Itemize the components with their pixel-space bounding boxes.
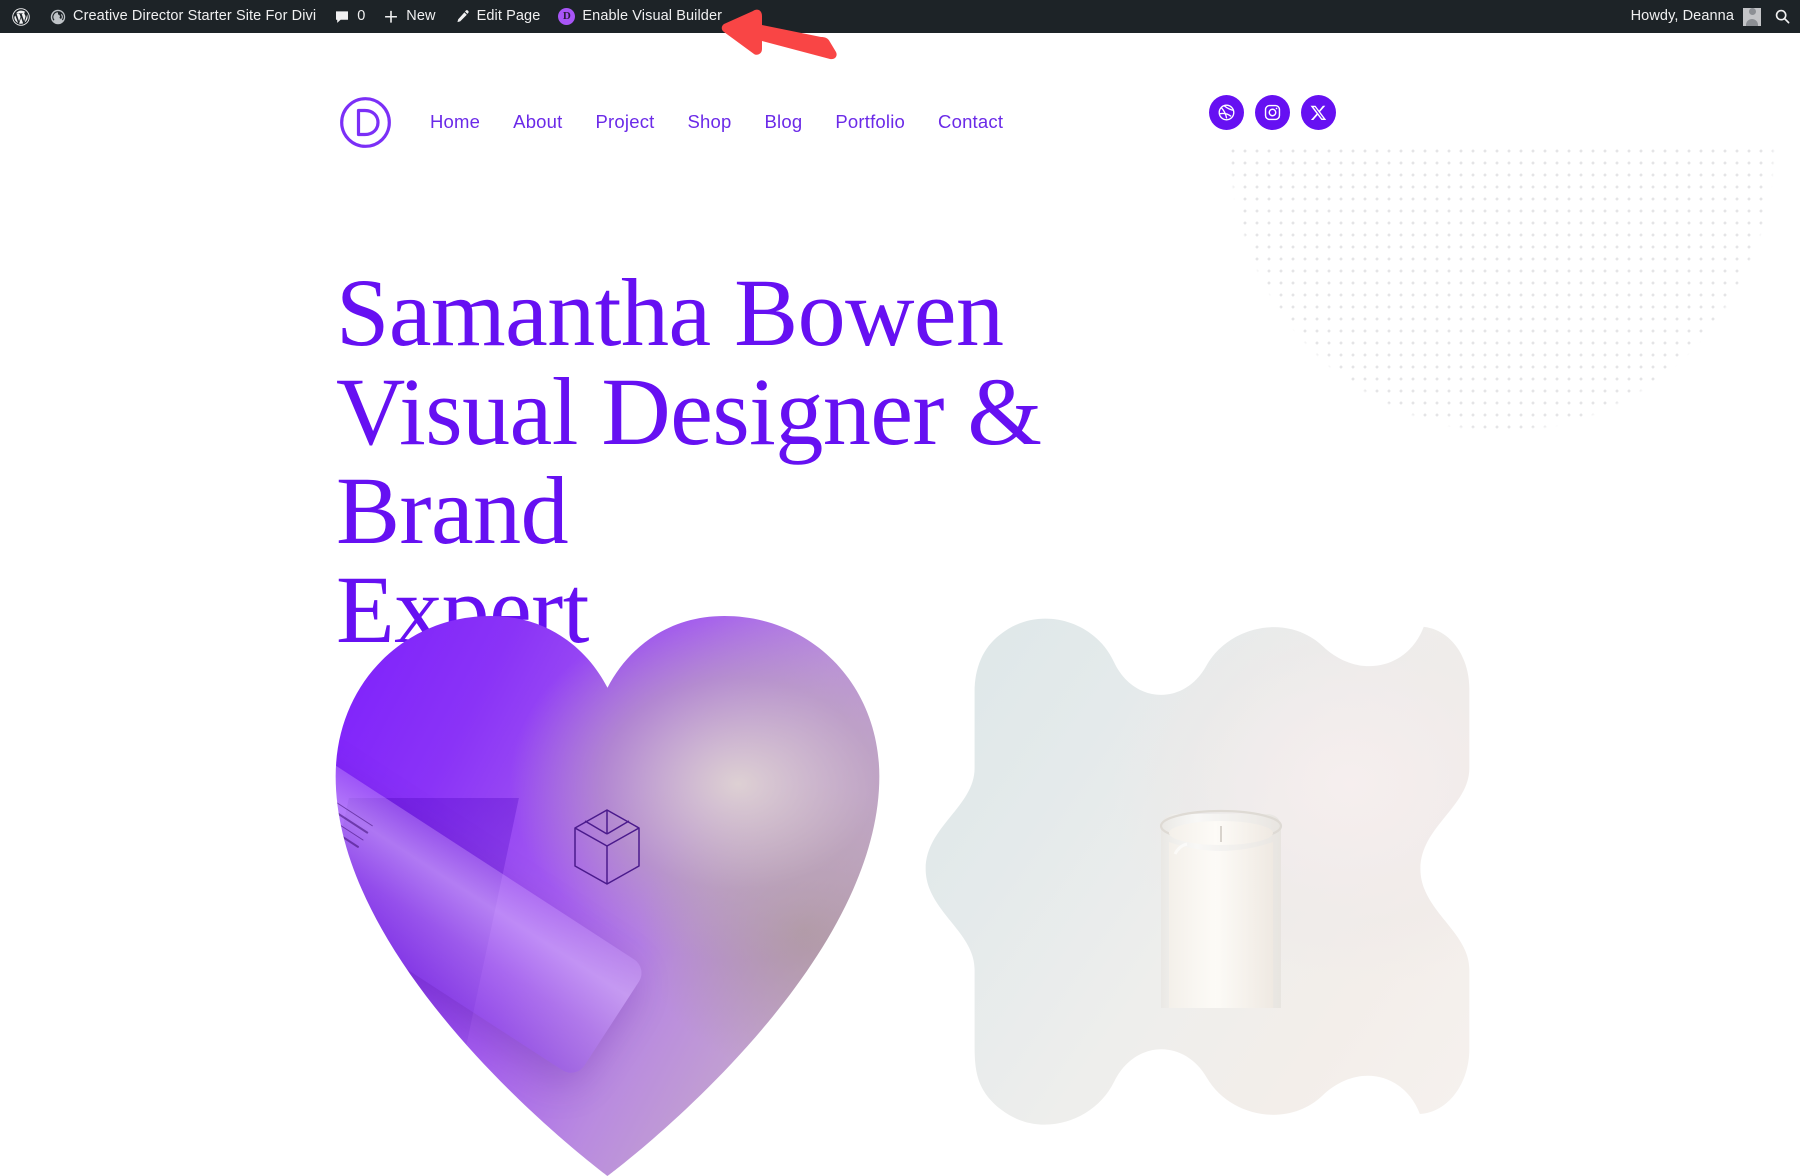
dotted-grid-pattern bbox=[1179, 145, 1800, 550]
nav-item-contact[interactable]: Contact bbox=[938, 111, 1003, 133]
enable-visual-builder-label: Enable Visual Builder bbox=[582, 8, 723, 25]
wavy-blob-candle-photo bbox=[925, 616, 1470, 1176]
social-icon-list bbox=[1209, 95, 1336, 130]
divi-d-icon: D bbox=[558, 8, 576, 25]
site-content: Home About Project Shop Blog Portfolio C… bbox=[0, 33, 1800, 1176]
candle-jar bbox=[1159, 809, 1283, 1008]
hero-heading-line-1: Samantha Bowen bbox=[336, 259, 1004, 366]
comments-menu-item[interactable]: 0 bbox=[325, 0, 374, 33]
social-link-x-twitter[interactable] bbox=[1301, 95, 1336, 130]
social-link-dribbble[interactable] bbox=[1209, 95, 1244, 130]
product-tube-cap bbox=[210, 730, 304, 856]
nav-item-about[interactable]: About bbox=[513, 111, 562, 133]
dribbble-icon bbox=[1218, 104, 1235, 121]
user-avatar-icon bbox=[1743, 7, 1761, 26]
howdy-label: Howdy, Deanna bbox=[1630, 8, 1734, 25]
wordpress-logo-menu-item[interactable] bbox=[0, 0, 41, 33]
hero-heading-line-2: Visual Designer & Brand bbox=[336, 357, 1042, 564]
hexagon-cube-logo-icon bbox=[574, 809, 640, 885]
dashboard-speedometer-icon bbox=[50, 9, 66, 25]
divi-circle-d-logo-icon[interactable] bbox=[339, 96, 392, 149]
my-account-menu-item[interactable]: Howdy, Deanna bbox=[1622, 0, 1765, 33]
admin-bar-right-group: Howdy, Deanna bbox=[1622, 0, 1800, 33]
search-icon bbox=[1774, 8, 1791, 25]
plus-icon bbox=[383, 9, 399, 25]
site-header: Home About Project Shop Blog Portfolio C… bbox=[0, 33, 1800, 161]
site-name-label: Creative Director Starter Site For Divi bbox=[73, 8, 317, 25]
edit-page-label: Edit Page bbox=[476, 8, 541, 25]
comment-bubble-icon bbox=[334, 9, 350, 25]
nav-item-blog[interactable]: Blog bbox=[765, 111, 803, 133]
comments-count-label: 0 bbox=[357, 8, 366, 25]
product-label-lines bbox=[271, 775, 373, 864]
pencil-icon bbox=[454, 9, 470, 25]
primary-navigation: Home About Project Shop Blog Portfolio C… bbox=[430, 111, 1003, 133]
wordpress-logo-icon bbox=[11, 7, 31, 27]
social-link-instagram[interactable] bbox=[1255, 95, 1290, 130]
admin-bar-search-button[interactable] bbox=[1765, 0, 1800, 33]
wp-admin-bar: Creative Director Starter Site For Divi … bbox=[0, 0, 1800, 33]
enable-visual-builder-menu-item[interactable]: D Enable Visual Builder bbox=[549, 0, 731, 33]
nav-item-project[interactable]: Project bbox=[596, 111, 655, 133]
heart-shaped-purple-product-photo bbox=[210, 616, 880, 1176]
new-content-menu-item[interactable]: New bbox=[374, 0, 444, 33]
hero-heading: Samantha Bowen Visual Designer & Brand E… bbox=[336, 259, 1256, 660]
nav-item-shop[interactable]: Shop bbox=[688, 111, 732, 133]
site-name-menu-item[interactable]: Creative Director Starter Site For Divi bbox=[41, 0, 325, 33]
instagram-icon bbox=[1264, 104, 1281, 121]
nav-item-portfolio[interactable]: Portfolio bbox=[835, 111, 905, 133]
new-content-label: New bbox=[406, 8, 436, 25]
nav-item-home[interactable]: Home bbox=[430, 111, 480, 133]
edit-page-menu-item[interactable]: Edit Page bbox=[445, 0, 550, 33]
admin-bar-left-group: Creative Director Starter Site For Divi … bbox=[0, 0, 731, 33]
x-twitter-icon bbox=[1310, 105, 1327, 120]
